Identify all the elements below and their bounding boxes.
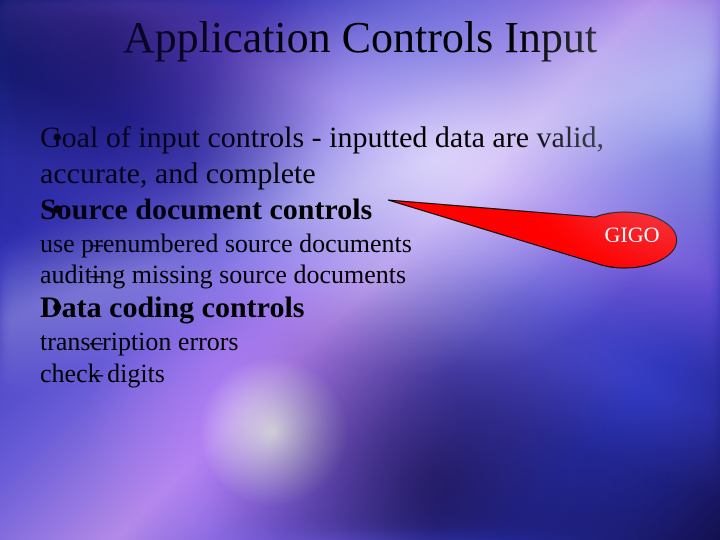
sub-auditing-missing: auditing missing source documents [40, 259, 690, 290]
bullet-data-coding-controls: Data coding controls [40, 290, 690, 326]
slide: Application Controls Input Goal of input… [0, 0, 720, 540]
sub-transcription-errors: transcription errors [40, 326, 690, 357]
sub-check-digits: check digits [40, 358, 690, 389]
sub-prenumbered: use prenumbered source documents [40, 228, 690, 259]
slide-body: Goal of input controls - inputted data a… [40, 120, 690, 389]
bullet-goal: Goal of input controls - inputted data a… [40, 120, 690, 192]
slide-title: Application Controls Input [0, 12, 720, 63]
bullet-source-doc-controls: Source document controls [40, 192, 690, 228]
